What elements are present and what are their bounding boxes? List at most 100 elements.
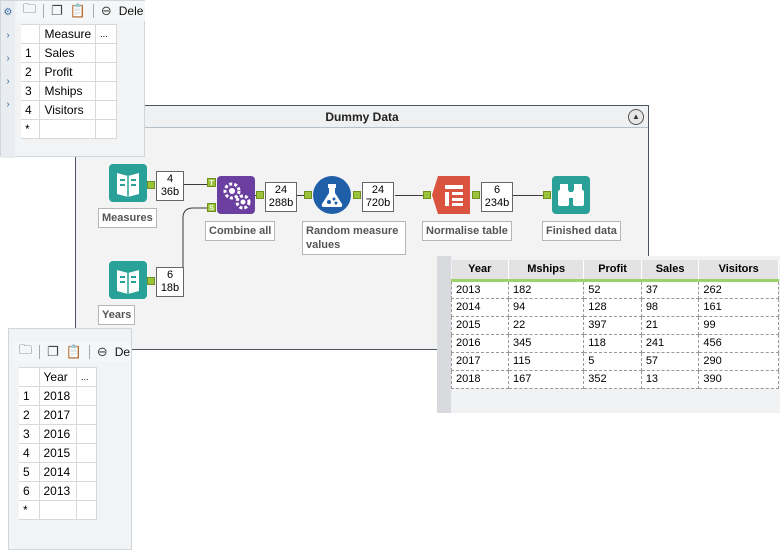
settings-icon[interactable]: ⚙	[1, 1, 15, 24]
measures-label[interactable]: Measures	[98, 208, 157, 228]
column-header-mships[interactable]: Mships	[508, 260, 585, 282]
column-header-year[interactable]: Year	[451, 260, 510, 282]
wire-years-combine	[182, 207, 210, 282]
measures-grid: Measure... 1 Sales 2 Profit 3 Mships 4 Visit…	[21, 24, 117, 139]
column-header-profit[interactable]: Profit	[583, 260, 642, 282]
random-label[interactable]: Random measure values	[302, 221, 406, 255]
finished-input-anchor[interactable]	[543, 191, 551, 199]
finished-browse-tool[interactable]	[552, 176, 590, 214]
combine-tool[interactable]	[217, 176, 255, 214]
text-input-icon	[109, 261, 147, 299]
table-row: 2017 115 5 57 290	[450, 351, 779, 371]
table-row: 4 Visitors	[21, 100, 117, 120]
table-row: 3 2016	[19, 424, 97, 444]
chevron-right-icon[interactable]: ›	[1, 24, 15, 47]
wire-normalise-finished	[513, 195, 543, 196]
container-title: Dummy Data	[325, 110, 399, 124]
measures-record-count: 4 36b	[156, 171, 184, 201]
clipboard-icon[interactable]: 📋	[70, 3, 86, 19]
table-row: 2015 22 397 21 99	[450, 315, 779, 335]
column-header-year[interactable]: Year	[38, 367, 77, 387]
delete-icon[interactable]: ⊖	[97, 344, 108, 360]
table-row: 2 2017	[19, 405, 97, 425]
crosstab-icon	[432, 176, 470, 214]
combine-output-anchor[interactable]	[256, 191, 264, 199]
finished-label[interactable]: Finished data	[542, 221, 621, 241]
delete-button-label[interactable]: De	[115, 345, 130, 359]
copy-icon[interactable]: ❐	[47, 344, 59, 360]
random-formula-tool[interactable]	[313, 176, 351, 214]
panel-toolbar: 🗀 ❐ 📋 ⊖ Dele	[17, 1, 145, 21]
table-row: 2014 94 128 98 161	[450, 297, 779, 317]
results-grid: Year Mships Profit Sales Visitors 2013 18…	[450, 260, 779, 389]
column-options[interactable]: ...	[95, 24, 117, 44]
chevron-right-icon[interactable]: ›	[1, 70, 15, 93]
count-size: 36b	[160, 186, 180, 198]
years-input-tool[interactable]	[109, 261, 147, 299]
count-size: 288b	[268, 197, 294, 209]
years-input-panel: 🗀 ❐ 📋 ⊖ De Year... 1 2018 2 2017 3 2016 4 20…	[8, 328, 132, 550]
count-rows: 4	[166, 173, 174, 185]
clipboard-icon[interactable]: 📋	[66, 344, 82, 360]
results-row-header-strip	[437, 256, 451, 413]
count-rows: 6	[166, 269, 174, 281]
table-row: 3 Mships	[21, 81, 117, 101]
count-rows: 24	[371, 184, 385, 196]
count-size: 18b	[160, 282, 180, 294]
count-rows: 24	[274, 184, 288, 196]
table-row: 1 2018	[19, 386, 97, 406]
new-row: *	[19, 500, 97, 520]
text-input-icon	[109, 164, 147, 202]
normalise-tool[interactable]	[432, 176, 470, 214]
table-row: 5 2014	[19, 462, 97, 482]
table-row: 2 Profit	[21, 62, 117, 82]
years-record-count: 6 18b	[156, 267, 184, 297]
column-options[interactable]: ...	[76, 367, 97, 387]
table-row: 2016 345 118 241 456	[450, 333, 779, 353]
normalise-label[interactable]: Normalise table	[422, 221, 512, 241]
years-output-anchor[interactable]	[147, 277, 155, 285]
count-size: 234b	[484, 197, 510, 209]
flask-icon	[313, 176, 351, 214]
binoculars-icon	[552, 176, 590, 214]
combine-label[interactable]: Combine all	[205, 221, 276, 241]
normalise-output-anchor[interactable]	[472, 191, 480, 199]
combine-record-count: 24 288b	[265, 182, 297, 212]
delete-button-label[interactable]: Dele	[119, 4, 144, 18]
combine-source-anchor[interactable]: S	[207, 203, 216, 212]
results-panel: Year Mships Profit Sales Visitors 2013 18…	[437, 256, 780, 413]
measures-output-anchor[interactable]	[147, 181, 155, 189]
gears-icon	[217, 176, 255, 214]
wire-random-normalise	[395, 195, 423, 196]
count-size: 720b	[365, 197, 391, 209]
measures-input-panel: ⚙ › › › › 🗀 ❐ 📋 ⊖ Dele Measure... 1 Sales…	[0, 0, 145, 158]
container-header: Dummy Data ▲	[76, 106, 648, 128]
delete-icon[interactable]: ⊖	[101, 3, 112, 19]
combine-target-anchor[interactable]: T	[207, 178, 216, 187]
folder-icon[interactable]: 🗀	[23, 0, 36, 22]
new-row: *	[21, 119, 117, 139]
chevron-right-icon[interactable]: ›	[1, 93, 15, 116]
wire-measures-combine	[183, 184, 207, 185]
copy-icon[interactable]: ❐	[51, 3, 63, 19]
column-header-sales[interactable]: Sales	[641, 260, 700, 282]
chevron-right-icon[interactable]: ›	[1, 47, 15, 70]
random-record-count: 24 720b	[362, 182, 394, 212]
years-label[interactable]: Years	[98, 305, 136, 325]
table-row: 4 2015	[19, 443, 97, 463]
random-input-anchor[interactable]	[304, 191, 312, 199]
normalise-record-count: 6 234b	[481, 182, 513, 212]
measures-input-tool[interactable]	[109, 164, 147, 202]
column-header-measure[interactable]: Measure	[39, 24, 97, 44]
table-row: 2018 167 352 13 390	[450, 369, 779, 389]
collapse-icon[interactable]: ▲	[628, 109, 644, 125]
table-row: 1 Sales	[21, 43, 117, 63]
random-output-anchor[interactable]	[353, 191, 361, 199]
table-row: 2013 182 52 37 262	[450, 279, 779, 299]
column-header-visitors[interactable]: Visitors	[698, 260, 779, 282]
normalise-input-anchor[interactable]	[423, 191, 431, 199]
count-rows: 6	[493, 184, 501, 196]
panel-toolbar: 🗀 ❐ 📋 ⊖ De	[13, 342, 131, 362]
folder-icon[interactable]: 🗀	[19, 341, 32, 363]
years-grid: Year... 1 2018 2 2017 3 2016 4 2015 5 2014 62…	[19, 367, 97, 520]
